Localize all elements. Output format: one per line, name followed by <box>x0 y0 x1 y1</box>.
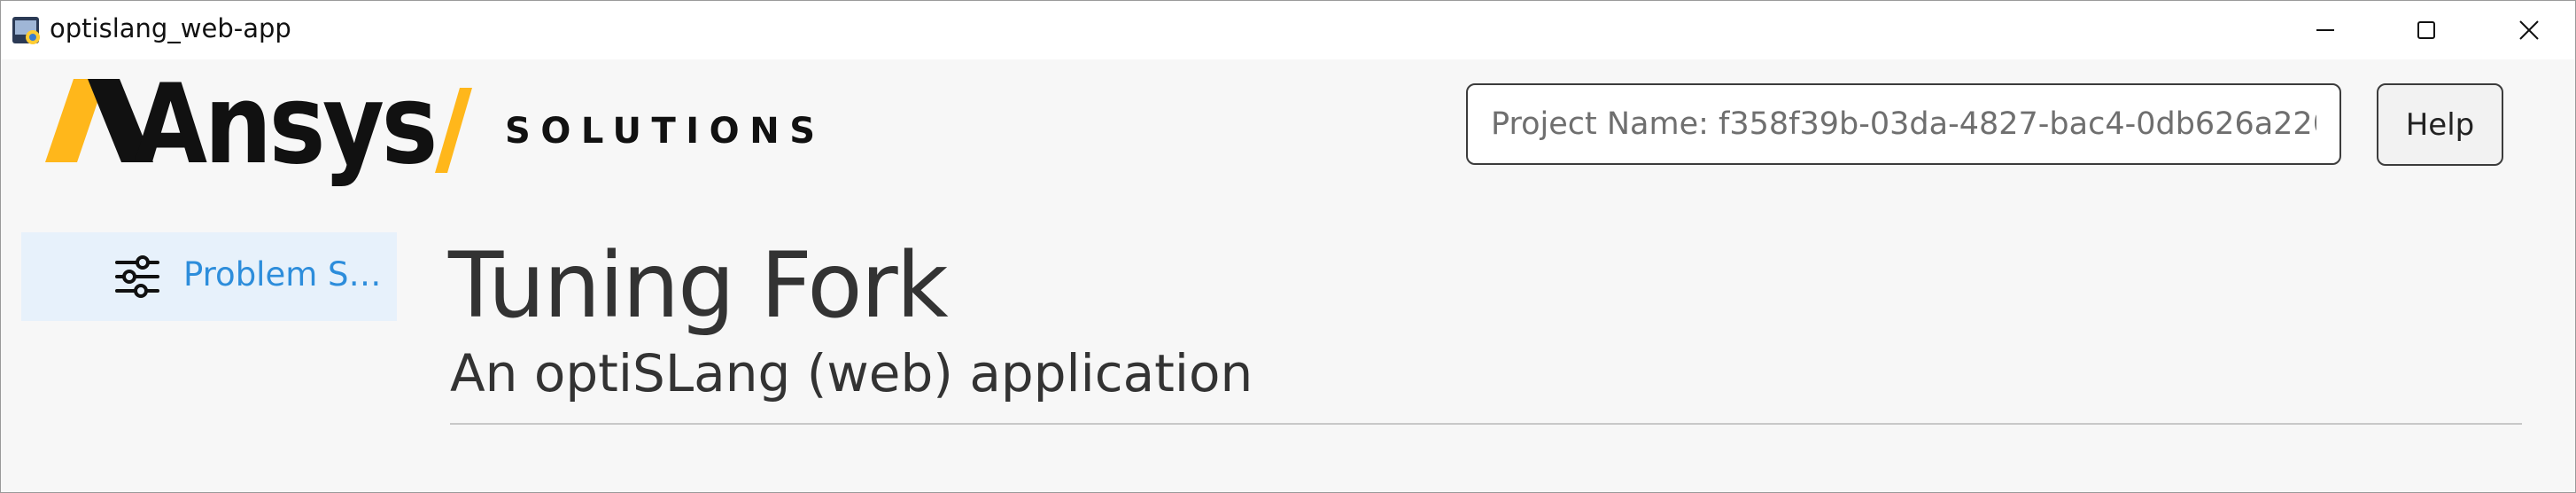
close-button[interactable] <box>2478 1 2575 59</box>
maximize-button[interactable] <box>2375 1 2478 59</box>
page-title: Tuning Fork <box>448 233 949 339</box>
sidebar-item-label: Problem Se… <box>183 255 392 293</box>
project-name-input[interactable] <box>1466 83 2341 165</box>
close-icon <box>2519 20 2539 40</box>
logo-suffix-text: SOLUTIONS <box>505 111 815 152</box>
sidebar-item-problem-setup[interactable]: Problem Se… <box>21 232 397 321</box>
maximize-icon <box>2417 21 2435 39</box>
minimize-button[interactable] <box>2274 1 2377 59</box>
ansys-solutions-logo: Ansys SOLUTIONS <box>45 74 815 189</box>
help-button[interactable]: Help <box>2377 83 2503 166</box>
title-bar: optislang_web-app <box>1 1 2575 59</box>
header-divider <box>450 423 2522 425</box>
app-window: optislang_web-app Ansys SOLUTIONS Projec… <box>0 0 2576 493</box>
sliders-icon <box>115 255 159 298</box>
window-title: optislang_web-app <box>50 13 291 43</box>
app-icon <box>12 17 40 44</box>
minimize-icon <box>2316 29 2334 31</box>
page-subtitle: An optiSLang (web) application <box>450 343 1253 403</box>
logo-brand-text: Ansys <box>134 74 435 189</box>
logo-slash <box>435 88 472 173</box>
